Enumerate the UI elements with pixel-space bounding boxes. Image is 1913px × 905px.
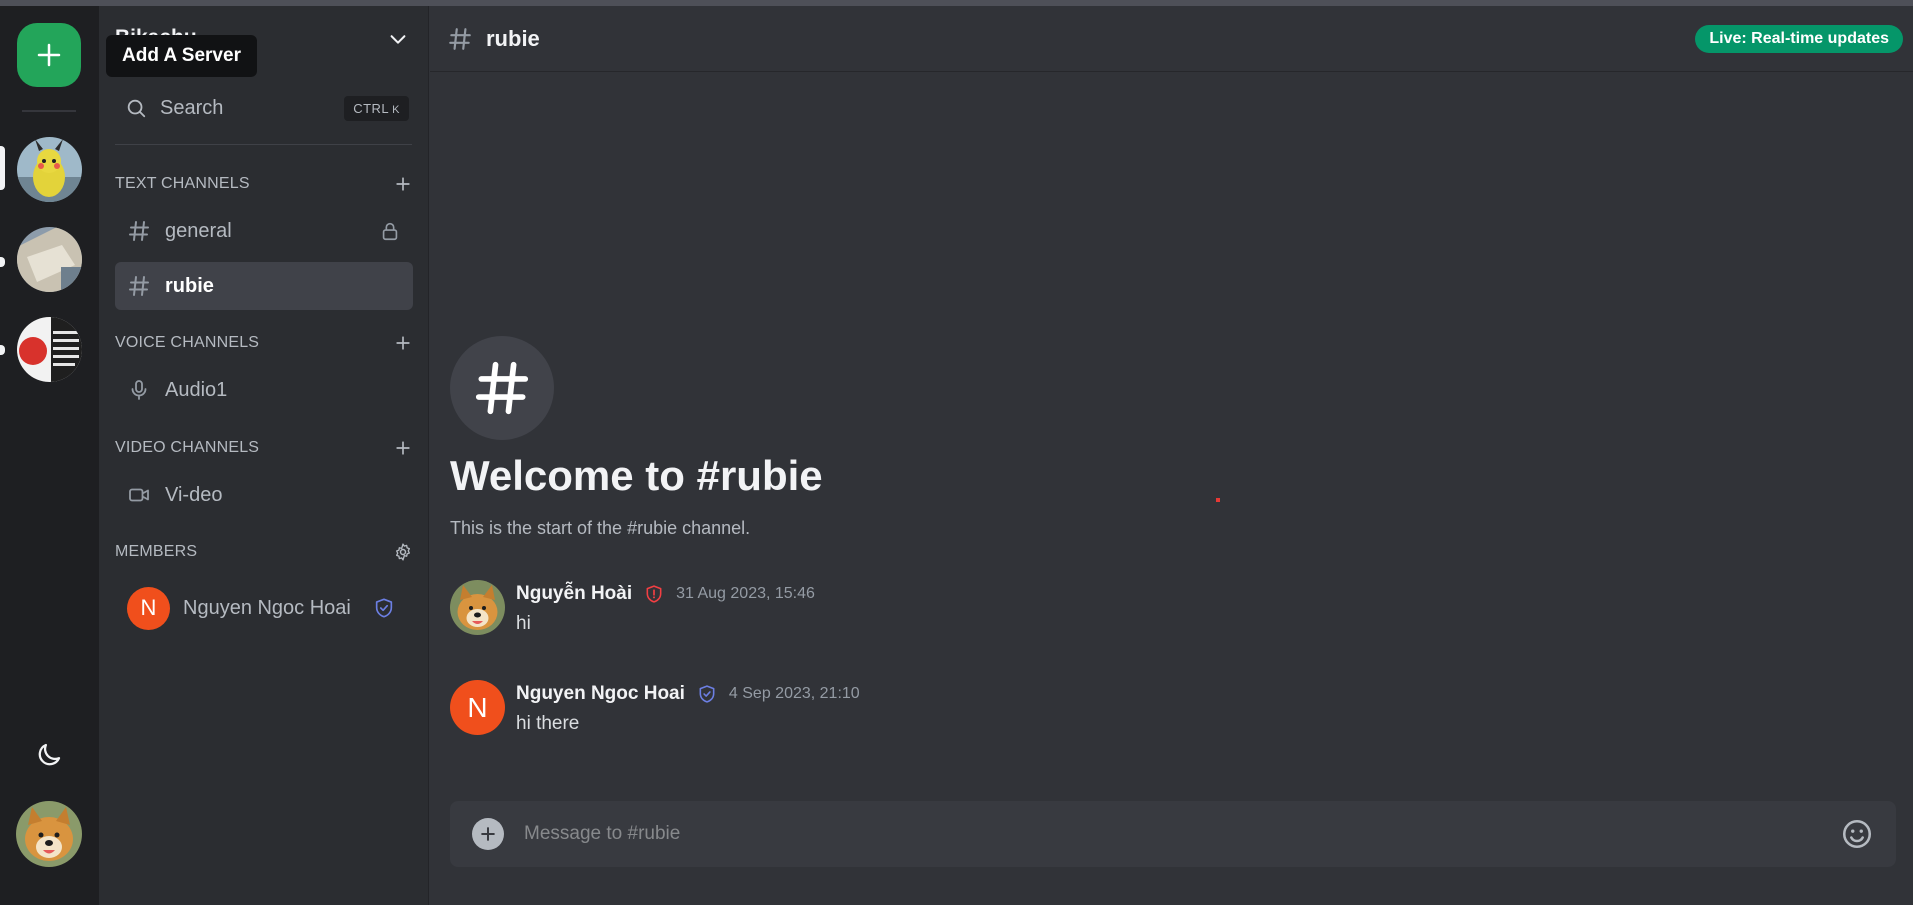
photo-image-icon (17, 227, 82, 292)
moon-icon[interactable] (34, 740, 64, 770)
app-window: Add A Server Bikachu Search CTRLK TEXT C… (0, 0, 1913, 905)
add-channel-icon[interactable] (393, 174, 413, 194)
message-author[interactable]: Nguyễn Hoài (516, 583, 632, 605)
dog-avatar-icon (16, 801, 82, 867)
plus-icon (37, 43, 61, 67)
admin-shield-icon (646, 585, 662, 603)
section-title: VIDEO CHANNELS (115, 439, 260, 456)
chat-area: rubie Live: Real-time updates Welcome to… (430, 6, 1913, 905)
search-icon (127, 99, 146, 118)
hash-icon (475, 361, 529, 415)
sidebar-divider (115, 144, 412, 145)
emoji-icon[interactable] (1840, 817, 1874, 851)
cursor-dot (1216, 498, 1220, 502)
message-composer (450, 801, 1896, 867)
lock-icon (382, 222, 398, 241)
add-server-button[interactable] (17, 23, 81, 87)
add-channel-icon[interactable] (393, 438, 413, 458)
server-selected-indicator (0, 146, 5, 190)
channel-title: rubie (486, 25, 540, 51)
gear-icon[interactable] (393, 542, 413, 562)
chevron-down-icon[interactable] (387, 28, 409, 50)
hash-icon (129, 276, 149, 296)
search-shortcut: CTRL K (344, 95, 409, 121)
channel-header: rubie Live: Real-time updates (430, 6, 1913, 72)
member-avatar: N (127, 586, 170, 630)
add-channel-icon[interactable] (393, 333, 413, 353)
channel-label: Vi-deo (165, 483, 223, 506)
message-input[interactable] (524, 823, 1840, 845)
message-author[interactable]: Nguyen Ngoc Hoai (516, 683, 685, 705)
channel-label: rubie (165, 274, 214, 297)
server-icon-wapt[interactable] (17, 317, 82, 382)
message-header: Nguyễn Hoài 31 Aug 2023, 15:46 (516, 583, 815, 605)
section-title: MEMBERS (115, 543, 198, 560)
server-rail (0, 6, 99, 905)
message-header: Nguyen Ngoc Hoai 4 Sep 2023, 21:10 (516, 683, 860, 705)
channel-hash-badge (450, 336, 554, 440)
member-name: Nguyen Ngoc Hoai (183, 596, 351, 619)
message-avatar[interactable]: N (450, 680, 505, 735)
rail-divider (22, 110, 76, 112)
welcome-title: Welcome to #rubie (450, 452, 823, 499)
hash-icon (129, 221, 149, 241)
message-text: hi there (516, 713, 580, 734)
section-members: MEMBERS (115, 538, 413, 566)
dog-avatar-icon (450, 580, 505, 635)
search-label: Search (160, 96, 224, 119)
section-title: VOICE CHANNELS (115, 334, 260, 351)
attach-button[interactable] (472, 818, 504, 850)
message-item: Nguyễn Hoài 31 Aug 2023, 15:46 hi (450, 580, 1450, 640)
pikachu-image-icon (17, 137, 82, 202)
section-voice-channels: VOICE CHANNELS (115, 329, 413, 357)
channel-item-rubie[interactable]: rubie (115, 262, 413, 310)
wapt-image-icon (17, 317, 82, 382)
channel-label: Audio1 (165, 378, 228, 401)
channel-item-general[interactable]: general (115, 207, 413, 255)
channel-label: general (165, 219, 232, 242)
message-text: hi (516, 613, 531, 634)
hash-icon (449, 27, 471, 50)
verified-shield-icon (699, 685, 715, 703)
section-title: TEXT CHANNELS (115, 175, 250, 192)
section-text-channels: TEXT CHANNELS (115, 170, 413, 198)
message-timestamp: 31 Aug 2023, 15:46 (676, 585, 815, 602)
server-icon-pikachu[interactable] (17, 137, 82, 202)
plus-icon (481, 827, 495, 841)
video-camera-icon (129, 488, 149, 502)
server-icon-photo[interactable] (17, 227, 82, 292)
channel-item-video[interactable]: Vi-deo (115, 471, 413, 519)
live-status-badge: Live: Real-time updates (1695, 25, 1903, 53)
message-avatar[interactable] (450, 580, 505, 635)
message-timestamp: 4 Sep 2023, 21:10 (728, 685, 860, 702)
add-server-tooltip: Add A Server (106, 35, 257, 77)
section-video-channels: VIDEO CHANNELS (115, 434, 413, 462)
channel-item-audio1[interactable]: Audio1 (115, 366, 413, 414)
microphone-icon (131, 380, 147, 400)
welcome-subtitle: This is the start of the #rubie channel. (450, 518, 751, 538)
verified-shield-icon (375, 598, 393, 618)
member-item[interactable]: N Nguyen Ngoc Hoai (127, 586, 413, 630)
search-button[interactable]: Search CTRL K (115, 88, 413, 128)
server-unread-indicator (0, 345, 5, 355)
message-item: N Nguyen Ngoc Hoai 4 Sep 2023, 21:10 hi … (450, 680, 1450, 740)
channel-sidebar: Bikachu Search CTRLK TEXT CHANNELS gener… (99, 6, 429, 905)
user-avatar[interactable] (16, 801, 82, 867)
server-unread-indicator (0, 257, 5, 267)
